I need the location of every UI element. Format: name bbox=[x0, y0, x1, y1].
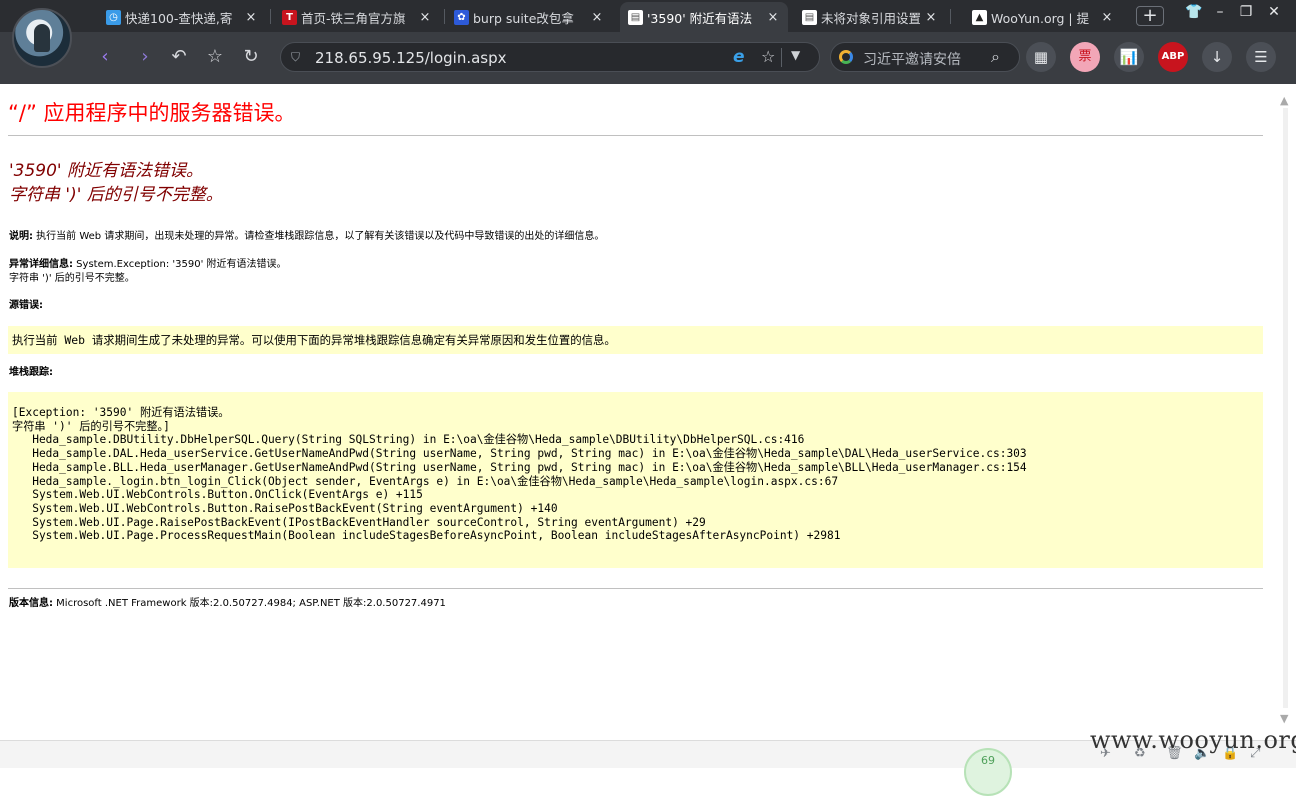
close-icon[interactable]: × bbox=[766, 10, 780, 25]
ticket-icon[interactable]: 票 bbox=[1070, 42, 1100, 72]
close-icon[interactable]: × bbox=[590, 10, 604, 25]
t-logo-icon: T bbox=[282, 9, 297, 25]
description-label: 说明: bbox=[9, 231, 33, 242]
page-title: “/” 应用程序中的服务器错误。 bbox=[8, 101, 296, 125]
bookmark-star-icon[interactable]: ☆ bbox=[761, 47, 775, 66]
search-input[interactable]: 习近平邀请安倍 bbox=[863, 49, 961, 69]
menu-icon[interactable]: ☰ bbox=[1246, 42, 1276, 72]
divider bbox=[781, 48, 782, 67]
source-error-label: 源错误: bbox=[9, 300, 43, 311]
stack-line: System.Web.UI.WebControls.Button.OnClick… bbox=[12, 488, 423, 502]
download-icon[interactable]: ↓ bbox=[1202, 42, 1232, 72]
refresh-icon[interactable]: ↻ bbox=[238, 44, 264, 70]
tab-title: burp suite改包拿 bbox=[473, 10, 574, 26]
source-error-box: 执行当前 Web 请求期间生成了未处理的异常。可以使用下面的异常堆栈跟踪信息确定… bbox=[8, 326, 1263, 354]
search-icon[interactable]: ⌕ bbox=[991, 47, 1000, 67]
forward-icon[interactable]: › bbox=[132, 44, 158, 70]
close-icon[interactable]: × bbox=[418, 10, 432, 25]
apps-grid-icon[interactable]: ▦ bbox=[1026, 42, 1056, 72]
search-engine-icon bbox=[839, 50, 853, 64]
source-error-text: 执行当前 Web 请求期间生成了未处理的异常。可以使用下面的异常堆栈跟踪信息确定… bbox=[12, 333, 616, 347]
page-content: “/” 应用程序中的服务器错误。 '3590' 附近有语法错误。 字符串 ')'… bbox=[0, 84, 1275, 740]
favorite-star-icon[interactable]: ☆ bbox=[202, 44, 228, 70]
stack-line: System.Web.UI.Page.ProcessRequestMain(Bo… bbox=[12, 529, 841, 543]
stack-line: Heda_sample.DAL.Heda_userService.GetUser… bbox=[12, 447, 1027, 461]
url-text[interactable]: 218.65.95.125/login.aspx bbox=[315, 49, 507, 67]
tab-title: 首页-铁三角官方旗 bbox=[301, 10, 406, 26]
vertical-scrollbar[interactable]: ▲ ▼ bbox=[1275, 84, 1296, 740]
stats-icon[interactable]: 📊 bbox=[1114, 42, 1144, 72]
error-line-2: 字符串 ')' 后的引号不完整。 bbox=[9, 185, 223, 205]
source-error-heading: 源错误: bbox=[9, 299, 43, 313]
version-label: 版本信息: bbox=[9, 598, 53, 609]
tab-kuaidi100[interactable]: ◷ 快递100-查快递,寄 × bbox=[98, 2, 266, 32]
triangle-icon: ▲ bbox=[972, 9, 987, 25]
tab-audio-technica[interactable]: T 首页-铁三角官方旗 × bbox=[274, 2, 440, 32]
stack-trace-heading: 堆栈跟踪: bbox=[9, 366, 53, 380]
close-window-icon[interactable]: ✕ bbox=[1262, 4, 1286, 20]
back-icon[interactable]: ‹ bbox=[92, 44, 118, 70]
scroll-down-icon[interactable]: ▼ bbox=[1280, 712, 1288, 725]
close-icon[interactable]: × bbox=[1100, 10, 1114, 25]
tab-burp-suite[interactable]: ✿ burp suite改包拿 × bbox=[446, 2, 612, 32]
tab-current-error[interactable]: ▤ '3590' 附近有语法 × bbox=[620, 2, 788, 32]
stack-line: Heda_sample._login.btn_login_Click(Objec… bbox=[12, 474, 839, 488]
restore-icon[interactable]: ❐ bbox=[1234, 4, 1258, 20]
scroll-thumb[interactable] bbox=[1283, 108, 1288, 708]
scroll-up-icon[interactable]: ▲ bbox=[1280, 94, 1288, 107]
shield-icon: ⛉ bbox=[291, 50, 301, 64]
exception-details: 异常详细信息: System.Exception: '3590' 附近有语法错误… bbox=[9, 258, 287, 286]
doc-icon: ▤ bbox=[628, 9, 643, 25]
speed-ball[interactable]: 69 bbox=[964, 748, 1012, 796]
tab-wooyun[interactable]: ▲ WooYun.org | 提 × bbox=[964, 2, 1122, 32]
minimize-icon[interactable]: – bbox=[1208, 4, 1232, 20]
stack-line: System.Web.UI.Page.RaisePostBackEvent(IP… bbox=[12, 515, 706, 529]
description-text: 执行当前 Web 请求期间，出现未处理的异常。请检查堆栈跟踪信息，以了解有关该错… bbox=[33, 231, 605, 242]
tab-null-reference[interactable]: ▤ 未将对象引用设置 × bbox=[794, 2, 946, 32]
error-line-1: '3590' 附近有语法错误。 bbox=[9, 161, 204, 181]
new-tab-button[interactable]: + bbox=[1136, 6, 1164, 26]
exception-label: 异常详细信息: bbox=[9, 259, 73, 270]
version-info: 版本信息: Microsoft .NET Framework 版本:2.0.50… bbox=[9, 597, 446, 611]
chevron-down-icon[interactable]: ▼ bbox=[791, 48, 800, 62]
description: 说明: 执行当前 Web 请求期间，出现未处理的异常。请检查堆栈跟踪信息，以了解… bbox=[9, 230, 604, 244]
clock-icon: ◷ bbox=[106, 9, 121, 25]
user-avatar[interactable] bbox=[12, 8, 72, 68]
stack-line: System.Web.UI.WebControls.Button.RaisePo… bbox=[12, 501, 558, 515]
ie-mode-icon[interactable]: e bbox=[733, 47, 745, 67]
tab-separator bbox=[444, 9, 445, 24]
divider bbox=[8, 135, 1263, 136]
exception-text: System.Exception: '3590' 附近有语法错误。 bbox=[73, 259, 287, 270]
paw-icon: ✿ bbox=[454, 9, 469, 25]
tab-separator bbox=[950, 9, 951, 24]
tab-separator bbox=[270, 9, 271, 24]
wooyun-watermark: www.wooyun.org bbox=[1090, 726, 1296, 754]
address-bar[interactable]: ⛉ 218.65.95.125/login.aspx e ☆ ▼ bbox=[280, 42, 820, 72]
exception-text-2: 字符串 ')' 后的引号不完整。 bbox=[9, 273, 135, 284]
stack-trace-box: [Exception: '3590' 附近有语法错误。 字符串 ')' 后的引号不… bbox=[8, 392, 1263, 568]
adblock-icon[interactable]: ABP bbox=[1158, 42, 1188, 72]
stack-trace-label: 堆栈跟踪: bbox=[9, 367, 53, 378]
stack-line: 字符串 ')' 后的引号不完整。] bbox=[12, 419, 170, 433]
skin-icon[interactable]: 👕 bbox=[1182, 4, 1206, 20]
doc-icon: ▤ bbox=[802, 9, 817, 25]
stack-line: Heda_sample.DBUtility.DbHelperSQL.Query(… bbox=[12, 433, 805, 447]
tab-title: '3590' 附近有语法 bbox=[647, 10, 753, 26]
close-icon[interactable]: × bbox=[924, 10, 938, 25]
version-text: Microsoft .NET Framework 版本:2.0.50727.49… bbox=[53, 598, 446, 609]
close-icon[interactable]: × bbox=[244, 10, 258, 25]
divider bbox=[8, 588, 1263, 589]
stack-line: [Exception: '3590' 附近有语法错误。 bbox=[12, 406, 230, 419]
tab-title: 快递100-查快递,寄 bbox=[125, 10, 233, 26]
tab-title: 未将对象引用设置 bbox=[821, 10, 920, 26]
stack-line: Heda_sample.BLL.Heda_userManager.GetUser… bbox=[12, 460, 1027, 474]
error-message: '3590' 附近有语法错误。 字符串 ')' 后的引号不完整。 bbox=[9, 159, 223, 207]
tab-title: WooYun.org | 提 bbox=[991, 10, 1090, 26]
search-box[interactable]: 习近平邀请安倍 ⌕ bbox=[830, 42, 1020, 72]
undo-icon[interactable]: ↶ bbox=[166, 44, 192, 70]
